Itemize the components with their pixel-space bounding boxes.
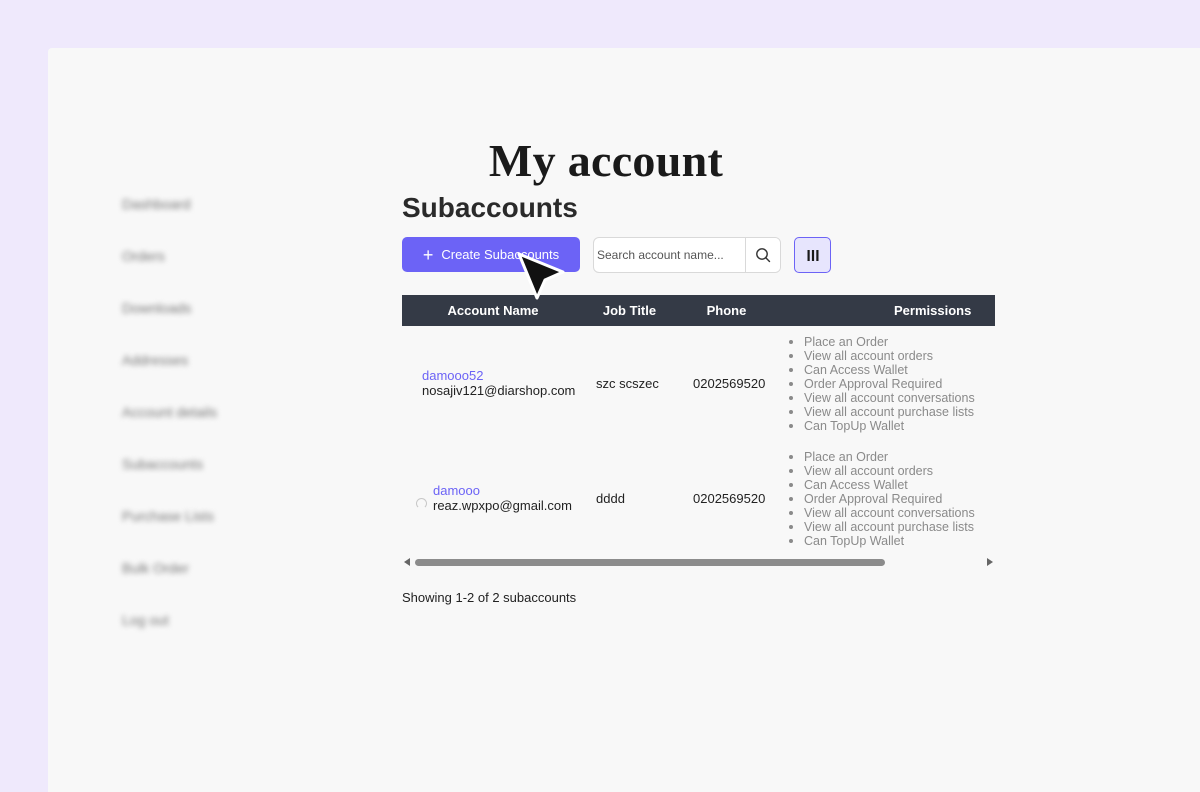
account-sidebar: Dashboard Orders Downloads Addresses Acc…	[122, 192, 282, 660]
sidebar-item-addresses[interactable]: Addresses	[122, 348, 282, 400]
search-input[interactable]	[594, 238, 745, 272]
permission-item: View all account conversations	[788, 506, 995, 520]
sidebar-item-downloads[interactable]: Downloads	[122, 296, 282, 348]
column-header-phone[interactable]: Phone	[675, 295, 778, 326]
horizontal-scrollbar[interactable]	[402, 554, 995, 570]
subaccounts-table-container: Account Name Job Title Phone Permissions…	[402, 295, 995, 556]
permissions-list: Place an Order View all account orders C…	[788, 450, 995, 548]
permission-item: View all account purchase lists	[788, 405, 995, 419]
permission-item: Place an Order	[788, 335, 995, 349]
account-email: nosajiv121@diarshop.com	[422, 383, 576, 398]
section-title: Subaccounts	[402, 192, 578, 223]
subaccounts-toolbar: + Create Subaccounts	[402, 237, 1002, 273]
account-cell: damooo reaz.wpxpo@gmail.com	[402, 441, 584, 556]
permission-item: View all account purchase lists	[788, 520, 995, 534]
permission-item: Can Access Wallet	[788, 478, 995, 492]
permission-item: Order Approval Required	[788, 492, 995, 506]
scrollbar-track[interactable]	[415, 559, 981, 566]
job-title-cell: dddd	[596, 491, 625, 506]
sidebar-item-account-details[interactable]: Account details	[122, 400, 282, 452]
sidebar-item-purchase-lists[interactable]: Purchase Lists	[122, 504, 282, 556]
permission-item: Can TopUp Wallet	[788, 534, 995, 548]
account-email: reaz.wpxpo@gmail.com	[433, 498, 572, 513]
search-icon	[756, 248, 771, 263]
sidebar-item-orders[interactable]: Orders	[122, 244, 282, 296]
sidebar-item-log-out[interactable]: Log out	[122, 608, 282, 660]
scroll-right-arrow-icon[interactable]	[987, 558, 993, 566]
permission-item: Can Access Wallet	[788, 363, 995, 377]
subaccounts-table: Account Name Job Title Phone Permissions…	[402, 295, 995, 556]
sidebar-item-dashboard[interactable]: Dashboard	[122, 192, 282, 244]
columns-icon	[807, 249, 818, 261]
column-header-permissions[interactable]: Permissions	[778, 295, 995, 326]
cursor-icon	[517, 252, 565, 300]
column-header-job-title[interactable]: Job Title	[584, 295, 675, 326]
account-cell: damooo52 nosajiv121@diarshop.com	[402, 326, 584, 441]
phone-cell: 0202569520	[693, 376, 766, 391]
permission-item: View all account orders	[788, 464, 995, 478]
permission-item: View all account conversations	[788, 391, 995, 405]
account-name-link[interactable]: damooo	[433, 484, 572, 498]
plus-icon: +	[422, 244, 434, 265]
permissions-cell: Place an Order View all account orders C…	[778, 441, 995, 556]
page-title: My account	[488, 135, 724, 186]
results-count: Showing 1-2 of 2 subaccounts	[402, 590, 577, 605]
permission-item: View all account orders	[788, 349, 995, 363]
permission-item: Place an Order	[788, 450, 995, 464]
search-box	[593, 237, 781, 273]
job-title-cell: szc scszec	[596, 376, 659, 391]
sidebar-item-subaccounts[interactable]: Subaccounts	[122, 452, 282, 504]
permissions-list: Place an Order View all account orders C…	[788, 335, 995, 433]
spinner-icon	[416, 498, 427, 509]
permission-item: Can TopUp Wallet	[788, 419, 995, 433]
table-row: damooo reaz.wpxpo@gmail.com dddd 0202569…	[402, 441, 995, 556]
sidebar-item-bulk-order[interactable]: Bulk Order	[122, 556, 282, 608]
account-name-link[interactable]: damooo52	[422, 369, 575, 383]
scrollbar-thumb[interactable]	[415, 559, 885, 566]
table-header-row: Account Name Job Title Phone Permissions	[402, 295, 995, 326]
search-button[interactable]	[745, 238, 780, 272]
permissions-cell: Place an Order View all account orders C…	[778, 326, 995, 441]
column-settings-button[interactable]	[794, 237, 831, 273]
scroll-left-arrow-icon[interactable]	[404, 558, 410, 566]
phone-cell: 0202569520	[693, 491, 766, 506]
permission-item: Order Approval Required	[788, 377, 995, 391]
table-row: damooo52 nosajiv121@diarshop.com szc scs…	[402, 326, 995, 441]
